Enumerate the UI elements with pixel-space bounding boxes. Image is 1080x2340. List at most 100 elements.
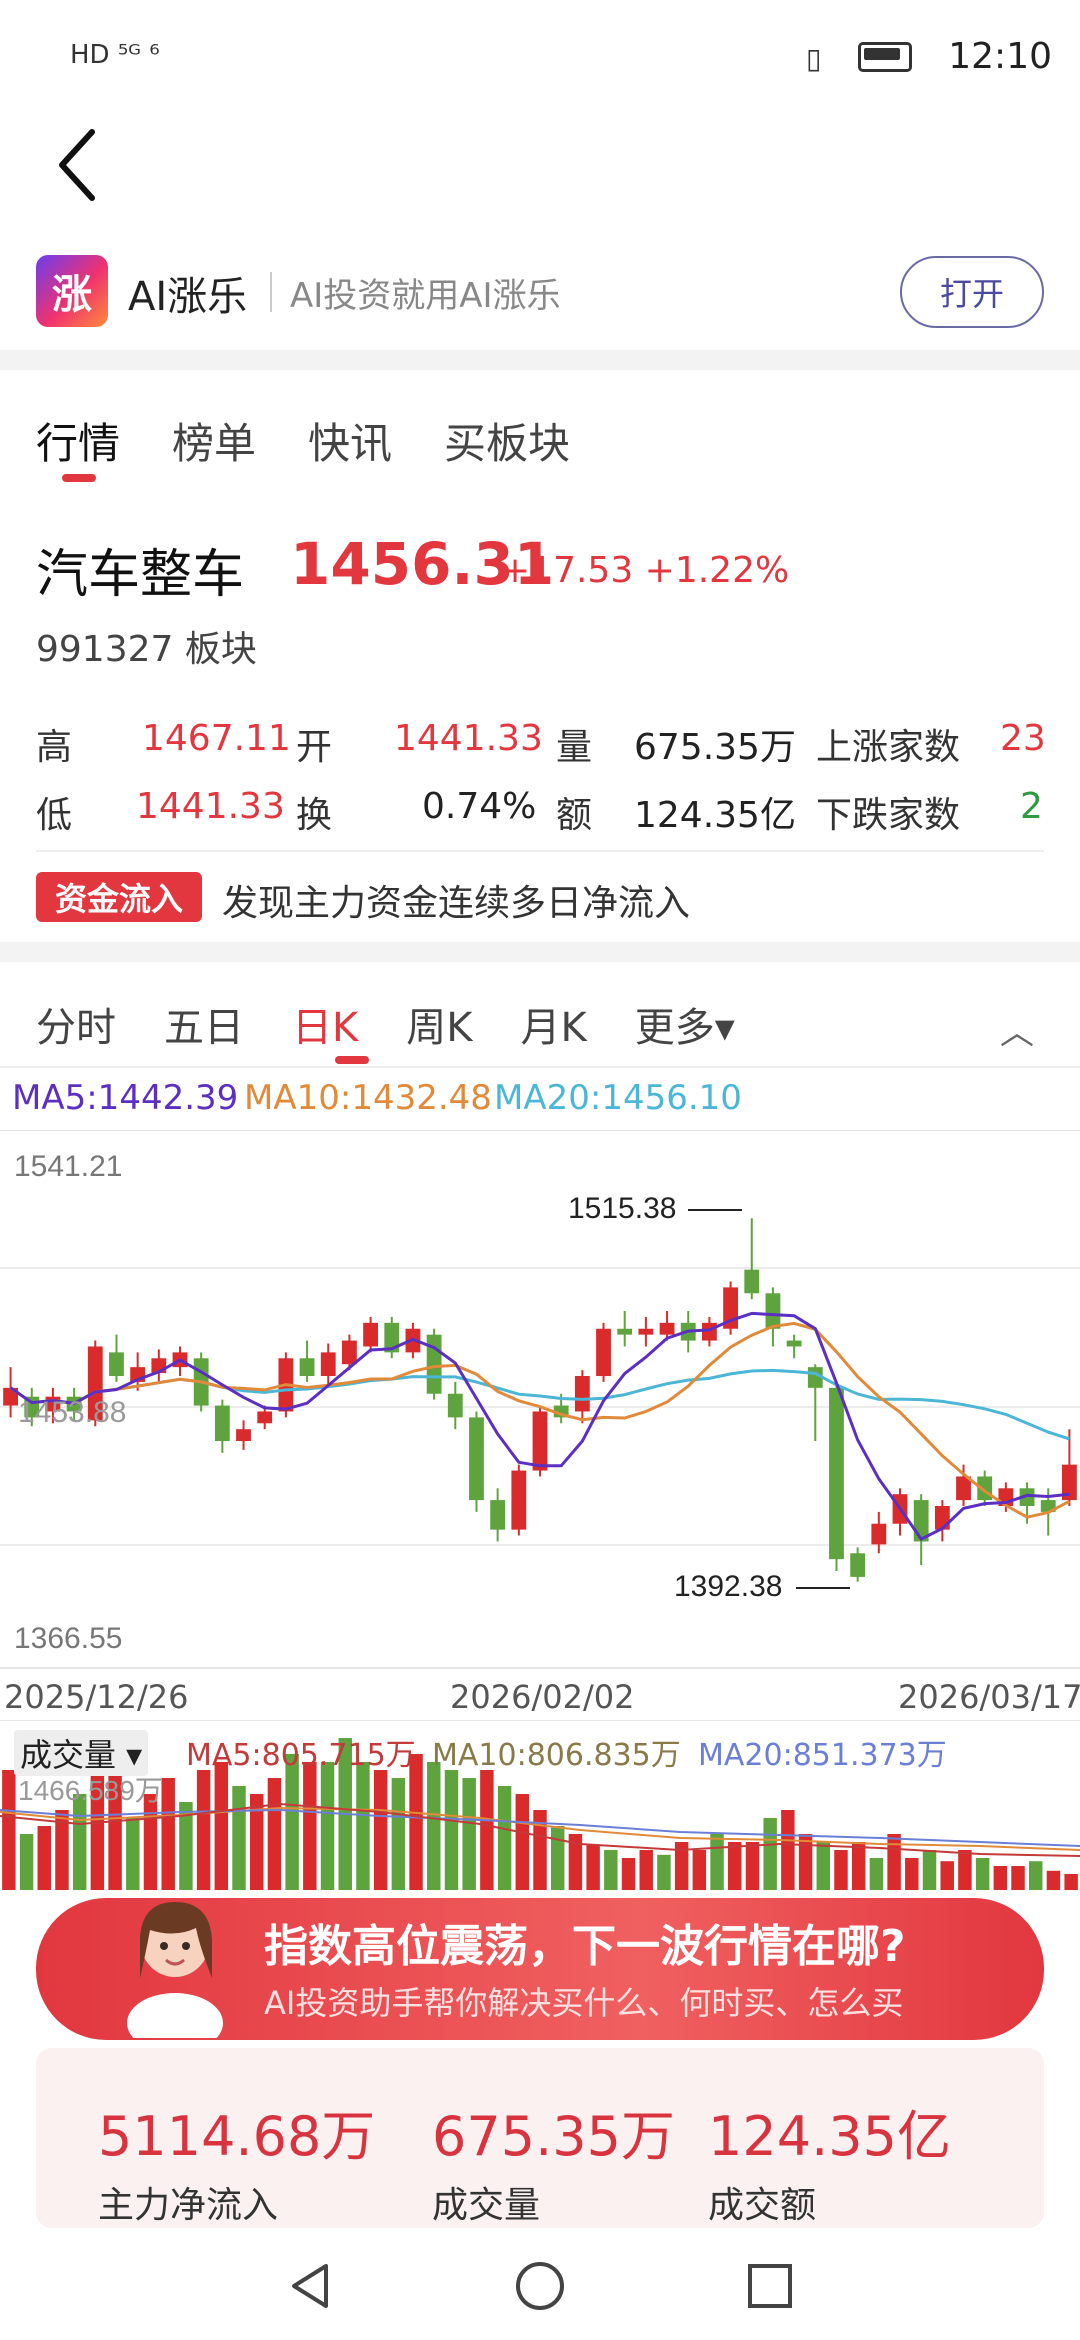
- candle: [786, 1340, 802, 1347]
- volume-bar: [143, 1794, 158, 1890]
- volume-bar: [710, 1834, 724, 1890]
- low-label: 低: [36, 795, 73, 836]
- volume-bar: [356, 1762, 370, 1890]
- vibrate-icon: ▯: [806, 42, 822, 75]
- volume-bar: [1029, 1861, 1043, 1890]
- app-logo: 涨: [36, 255, 108, 327]
- tab-sectors[interactable]: 买板块: [444, 410, 570, 471]
- fund-inflow-text[interactable]: 发现主力资金连续多日净流入: [222, 874, 690, 926]
- volume-bar: [958, 1850, 972, 1890]
- stats-divider: [36, 850, 1044, 852]
- ma10-legend: MA10:1432.48: [244, 1078, 492, 1118]
- vol-ma5-legend: MA5:805.715万: [186, 1738, 416, 1773]
- volume-bar: [1011, 1866, 1025, 1890]
- volume-bar: [497, 1786, 512, 1890]
- security-name: 汽车整车: [36, 545, 245, 605]
- volume-bar: [586, 1845, 600, 1890]
- low-annotation: 1392.38: [674, 1570, 782, 1603]
- volume-bar: [940, 1861, 954, 1890]
- open-app-button[interactable]: 打开: [900, 256, 1044, 328]
- amount-summary-value: 124.35亿: [708, 2105, 951, 2168]
- back-button[interactable]: [50, 120, 110, 210]
- volume-bar: [728, 1842, 742, 1890]
- ma5-legend: MA5:1442.39: [12, 1078, 239, 1118]
- candle: [532, 1411, 548, 1471]
- low-value: 1441.33: [136, 786, 285, 827]
- candle: [574, 1376, 590, 1412]
- price-change: +17.53 +1.22%: [500, 550, 790, 591]
- amount-value: 124.35亿: [634, 795, 796, 836]
- amount-summary-label: 成交额: [708, 2185, 817, 2226]
- tab-daily-k[interactable]: 日K: [292, 995, 358, 1053]
- volume-bar: [639, 1850, 653, 1890]
- tab-five-day[interactable]: 五日: [164, 995, 244, 1053]
- candle: [871, 1523, 887, 1545]
- open-value: 1441.33: [394, 718, 543, 759]
- back-arrow-icon: [59, 129, 95, 201]
- volume-bar: [905, 1858, 919, 1890]
- volume-bar: [19, 1834, 34, 1890]
- volume-bar: [409, 1754, 423, 1890]
- down-count-label: 下跌家数: [816, 795, 961, 836]
- candle: [850, 1553, 866, 1577]
- volume-bar: [37, 1826, 51, 1890]
- volume-bar: [373, 1770, 388, 1890]
- tab-rankings[interactable]: 榜单: [172, 410, 256, 471]
- volume-bar: [887, 1834, 901, 1890]
- nav-recents-icon[interactable]: [740, 2256, 800, 2316]
- nav-back-icon[interactable]: [280, 2256, 340, 2316]
- tab-news[interactable]: 快讯: [308, 410, 392, 471]
- volume-bar: [834, 1850, 848, 1890]
- up-count-label: 上涨家数: [816, 727, 961, 768]
- volume-bar: [869, 1858, 884, 1890]
- candle: [638, 1328, 654, 1335]
- battery-icon: [858, 42, 912, 72]
- volume-bar: [267, 1778, 282, 1890]
- tab-weekly-k[interactable]: 周K: [406, 995, 472, 1053]
- volume-bar: [462, 1778, 476, 1890]
- clock: 12:10: [948, 36, 1052, 77]
- y-max-label: 1541.21: [14, 1150, 122, 1183]
- tab-monthly-k[interactable]: 月K: [520, 995, 586, 1053]
- tab-more[interactable]: 更多▾: [635, 995, 735, 1053]
- volume-selector[interactable]: 成交量 ▾: [14, 1730, 149, 1776]
- collapse-chevron-icon[interactable]: ︿: [1000, 1005, 1034, 1054]
- volume-bar: [515, 1794, 530, 1890]
- security-code: 991327 板块: [36, 629, 257, 670]
- candle: [617, 1328, 633, 1335]
- candle: [342, 1340, 357, 1365]
- brand-name: AI涨乐: [128, 274, 248, 320]
- candle: [829, 1387, 844, 1560]
- main-tabs: 行情 榜单 快讯 买板块: [36, 410, 570, 471]
- volume-bar: [214, 1762, 229, 1890]
- nav-home-icon[interactable]: [510, 2256, 570, 2316]
- volume-bar: [975, 1858, 990, 1890]
- vol-ma20-legend: MA20:851.373万: [698, 1738, 947, 1773]
- candle: [934, 1506, 950, 1530]
- status-bar: HD ⁵ᴳ ⁶ ▯ 12:10: [0, 0, 1080, 120]
- volume-bar: [72, 1794, 87, 1890]
- volume-bar: [1046, 1870, 1061, 1890]
- candle: [426, 1334, 442, 1394]
- candlestick-chart[interactable]: 1541.21 1453.88 1366.55 1515.38 1392.38: [0, 1130, 1080, 1690]
- fund-inflow-tag[interactable]: 资金流入: [36, 872, 202, 922]
- tab-intraday[interactable]: 分时: [36, 995, 116, 1053]
- candle: [257, 1411, 273, 1424]
- assistant-avatar: [127, 1902, 223, 2038]
- candle: [447, 1393, 463, 1418]
- volume-bar: [320, 1762, 335, 1890]
- high-value: 1467.11: [142, 718, 291, 759]
- volume-bar: [2, 1770, 16, 1890]
- x-label-end: 2026/03/17: [898, 1678, 1080, 1716]
- volume-label: 量: [556, 727, 593, 768]
- candle: [236, 1429, 251, 1442]
- candle: [214, 1405, 230, 1442]
- amount-label: 额: [556, 795, 593, 836]
- down-count-value: 2: [1020, 786, 1043, 827]
- section-divider: [0, 350, 1080, 370]
- candle: [363, 1322, 378, 1347]
- ma20-legend: MA20:1456.10: [494, 1078, 742, 1118]
- candle: [596, 1328, 611, 1377]
- tab-quotes[interactable]: 行情: [36, 410, 120, 471]
- volume-bar: [427, 1762, 441, 1890]
